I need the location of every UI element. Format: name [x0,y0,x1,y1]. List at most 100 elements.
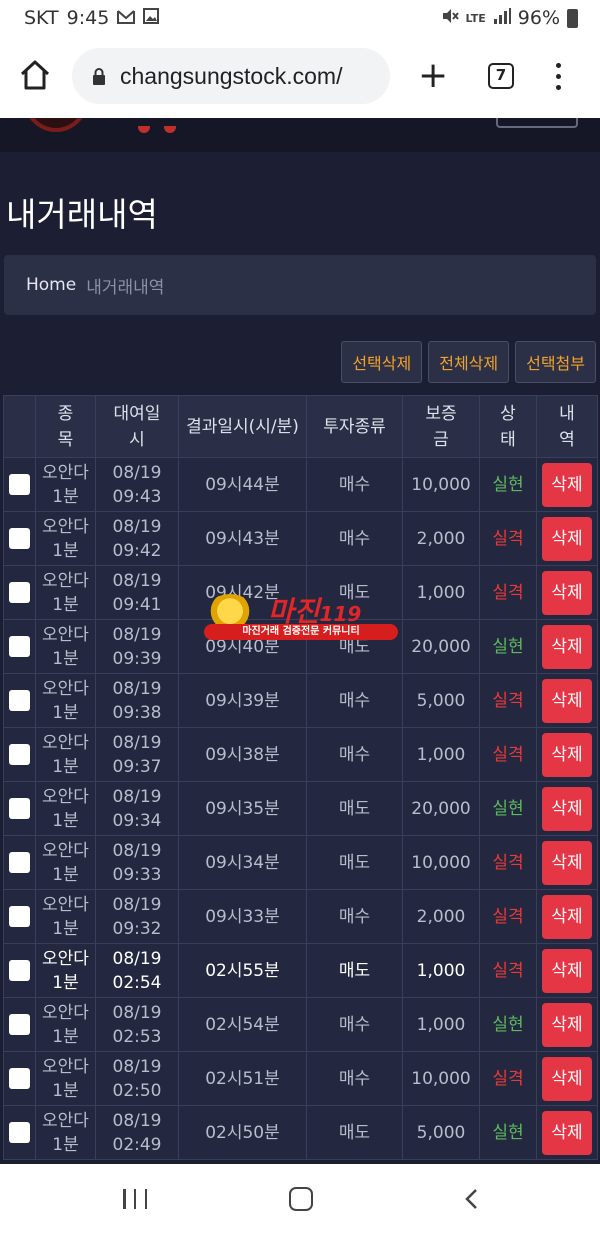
row-checkbox[interactable] [9,852,30,873]
page-title: 내거래내역 [6,195,158,234]
back-icon[interactable] [464,1188,478,1210]
row-checkbox[interactable] [9,960,30,981]
type-cell: 매수 [306,1051,403,1106]
new-tab-icon[interactable]: + [418,58,448,94]
row-checkbox[interactable] [9,1068,30,1089]
table-row: 오안다 1분 08/19 09:32 09시33분 매수 2,000 실격 삭제 [3,889,598,944]
row-checkbox[interactable] [9,528,30,549]
header-select [3,395,36,458]
invest-type-value: 매도 [338,798,371,819]
rent-date-value: 08/19 09:43 [112,462,162,507]
breadcrumb-home-link[interactable]: Home [26,275,76,295]
action-cell: 삭제 [536,1051,598,1106]
action-cell: 삭제 [536,997,598,1052]
row-checkbox[interactable] [9,744,30,765]
date-cell: 08/19 09:41 [95,565,179,620]
status-value: 실격 [492,690,524,711]
status-cell: 실현 [479,619,537,674]
deposit-value: 10,000 [411,474,471,495]
address-bar[interactable]: changsungstock.com/ [72,48,390,104]
delete-row-button[interactable]: 삭제 [542,570,592,615]
table-row: 오안다 1분 08/19 09:37 09시38분 매수 1,000 실격 삭제 [3,727,598,782]
recent-apps-icon[interactable] [123,1189,147,1209]
date-cell: 08/19 02:49 [95,1105,179,1160]
status-cell: 실격 [479,835,537,890]
site-logo[interactable] [24,118,88,132]
action-cell: 삭제 [536,565,598,620]
status-value: 실현 [492,636,524,657]
deposit-value: 2,000 [416,528,466,549]
browser-menu-icon[interactable] [550,60,566,94]
invest-type-value: 매수 [338,474,371,495]
delete-row-button[interactable]: 삭제 [542,462,592,507]
item-value: 오안다 1분 [42,1056,89,1101]
deposit-value: 20,000 [411,798,471,819]
type-cell: 매도 [306,943,403,998]
action-cell: 삭제 [536,835,598,890]
browser-home-icon[interactable] [18,58,54,94]
row-checkbox[interactable] [9,582,30,603]
delete-row-button[interactable]: 삭제 [542,1002,592,1047]
header-status-label: 상태 [500,403,516,450]
invest-type-value: 매수 [338,528,371,549]
network-label: LTE [465,11,486,25]
breadcrumb: Home 내거래내역 [4,255,596,315]
header-menu-button[interactable] [496,118,578,128]
delete-row-button[interactable]: 삭제 [542,1056,592,1101]
item-cell: 오안다 1분 [35,781,96,836]
delete-row-button[interactable]: 삭제 [542,894,592,939]
row-checkbox[interactable] [9,690,30,711]
signal-icon [493,8,511,28]
carrier-label: SKT [24,7,59,29]
delete-row-button[interactable]: 삭제 [542,1110,592,1155]
mute-icon [441,7,459,29]
status-cell: 실현 [479,997,537,1052]
delete-row-button[interactable]: 삭제 [542,948,592,993]
result-cell: 02시51분 [178,1051,307,1106]
result-date-value: 09시44분 [205,474,280,495]
row-checkbox[interactable] [9,474,30,495]
result-date-value: 09시34분 [205,852,280,873]
attach-selected-button[interactable]: 선택첨부 [515,341,596,383]
item-value: 오안다 1분 [42,516,89,561]
battery-icon [567,8,578,28]
result-cell: 09시43분 [178,511,307,566]
delete-row-button[interactable]: 삭제 [542,840,592,885]
row-checkbox[interactable] [9,798,30,819]
amount-cell: 10,000 [402,835,480,890]
home-icon[interactable] [289,1187,313,1211]
item-cell: 오안다 1분 [35,1105,96,1160]
deposit-value: 1,000 [416,960,466,981]
table-body: 오안다 1분 08/19 09:43 09시44분 매수 10,000 실현 삭제 오안다 1… [3,457,598,1160]
header-rent-date: 대여일시 [95,395,179,458]
delete-row-button[interactable]: 삭제 [542,732,592,777]
item-cell: 오안다 1분 [35,457,96,512]
tab-switcher-button[interactable]: 7 [488,63,514,89]
item-value: 오안다 1분 [42,786,89,831]
row-checkbox[interactable] [9,1122,30,1143]
delete-row-button[interactable]: 삭제 [542,516,592,561]
action-cell: 삭제 [536,943,598,998]
row-checkbox[interactable] [9,906,30,927]
delete-row-button[interactable]: 삭제 [542,786,592,831]
row-checkbox[interactable] [9,636,30,657]
result-cell: 09시38분 [178,727,307,782]
date-cell: 08/19 02:50 [95,1051,179,1106]
status-cell: 실격 [479,673,537,728]
delete-all-button[interactable]: 전체삭제 [428,341,510,383]
date-cell: 08/19 09:38 [95,673,179,728]
invest-type-value: 매수 [338,690,371,711]
row-checkbox[interactable] [9,1014,30,1035]
rent-date-value: 08/19 02:53 [112,1002,162,1047]
url-text: changsungstock.com/ [120,62,343,89]
result-date-value: 09시43분 [205,528,280,549]
table-row: 오안다 1분 08/19 09:34 09시35분 매도 20,000 실현 삭제 [3,781,598,836]
date-cell: 08/19 02:54 [95,943,179,998]
site-header [0,118,600,152]
delete-row-button[interactable]: 삭제 [542,678,592,723]
amount-cell: 5,000 [402,1105,480,1160]
delete-selected-button[interactable]: 선택삭제 [341,341,423,383]
delete-row-button[interactable]: 삭제 [542,624,592,669]
item-cell: 오안다 1분 [35,889,96,944]
status-cell: 실격 [479,889,537,944]
